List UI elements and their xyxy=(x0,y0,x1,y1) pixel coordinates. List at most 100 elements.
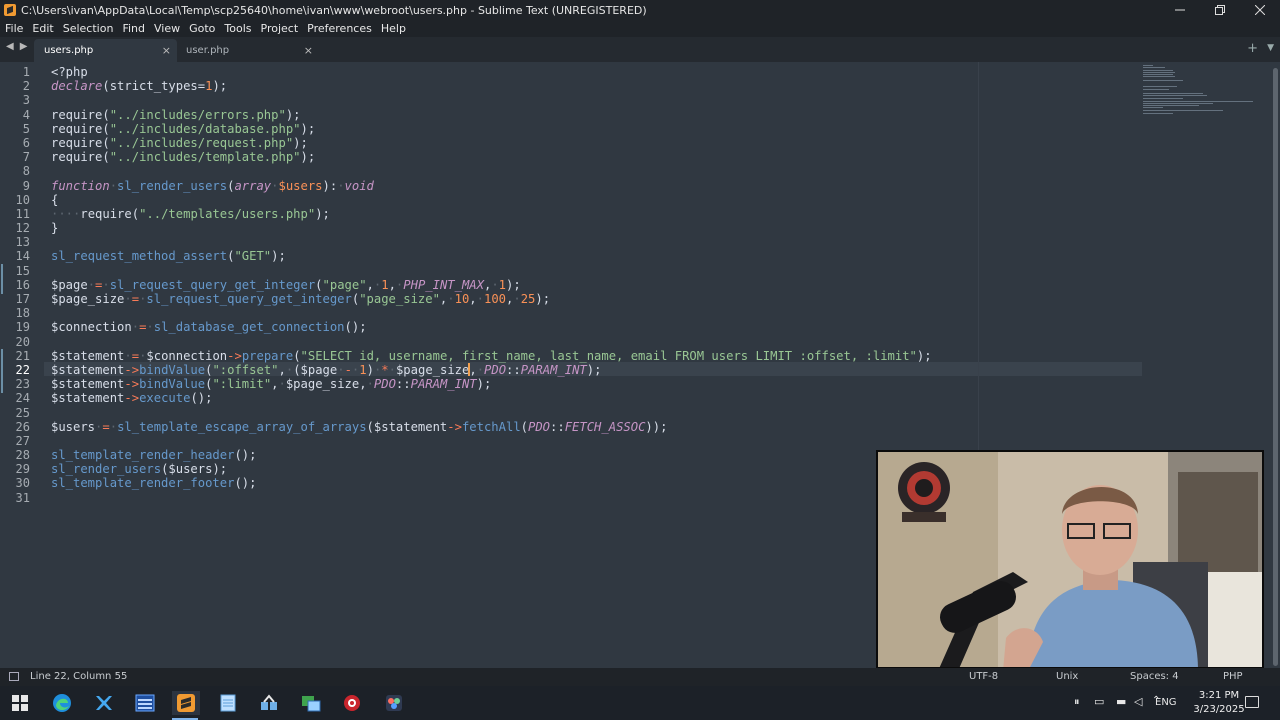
code-line-4: require("../includes/errors.php"); xyxy=(51,107,301,122)
line-number: 5 xyxy=(22,121,30,136)
line-number: 9 xyxy=(22,178,30,193)
menu-find[interactable]: Find xyxy=(118,22,149,35)
code-line-9: function·sl_render_users(array·$users):·… xyxy=(51,178,374,193)
code-line-2: declare(strict_types=1); xyxy=(51,79,228,94)
sublime-text-icon[interactable] xyxy=(172,691,200,715)
record-app-icon[interactable] xyxy=(338,691,366,715)
line-number: 10 xyxy=(15,192,30,207)
panel-toggle-icon[interactable] xyxy=(9,672,19,681)
code-line-30: sl_template_render_footer(); xyxy=(51,476,257,491)
network-tool-icon[interactable] xyxy=(255,691,283,715)
code-line-21: $statement·=·$connection->prepare("SELEC… xyxy=(51,348,932,363)
menu-edit[interactable]: Edit xyxy=(28,22,57,35)
menu-file[interactable]: File xyxy=(1,22,27,35)
menu-selection[interactable]: Selection xyxy=(59,22,118,35)
battery-icon[interactable]: ▭ xyxy=(1094,695,1104,708)
window-title: C:\Users\ivan\AppData\Local\Temp\scp2564… xyxy=(21,3,647,17)
windows-start-icon[interactable] xyxy=(6,691,34,715)
tab-close-icon[interactable]: × xyxy=(304,44,313,57)
menu-preferences[interactable]: Preferences xyxy=(303,22,376,35)
text-cursor xyxy=(468,363,470,376)
menu-help[interactable]: Help xyxy=(377,22,410,35)
menu-tools[interactable]: Tools xyxy=(220,22,255,35)
code-line-28: sl_template_render_header(); xyxy=(51,448,257,463)
menu-view[interactable]: View xyxy=(150,22,184,35)
volume-icon[interactable]: ◁ xyxy=(1134,695,1142,708)
notification-center-icon[interactable] xyxy=(1245,696,1259,708)
tab-list-chevron-icon[interactable]: ▼ xyxy=(1267,43,1274,53)
code-lines[interactable]: <?php declare(strict_types=1); require("… xyxy=(51,65,980,505)
code-line-5: require("../includes/database.php"); xyxy=(51,121,316,136)
menu-project[interactable]: Project xyxy=(257,22,303,35)
minimize-button[interactable] xyxy=(1160,0,1200,20)
line-number: 27 xyxy=(15,433,30,448)
line-number: 30 xyxy=(15,476,30,491)
code-line-19: $connection·=·sl_database_get_connection… xyxy=(51,320,367,335)
visual-studio-icon[interactable] xyxy=(90,691,118,715)
line-number: 23 xyxy=(15,377,30,392)
code-line-16: $page·=·sl_request_query_get_integer("pa… xyxy=(51,277,521,292)
tab-label: users.php xyxy=(44,45,94,56)
cursor-position[interactable]: Line 22, Column 55 xyxy=(30,671,127,682)
network-icon[interactable]: ▬ xyxy=(1116,695,1126,708)
tab-close-icon[interactable]: × xyxy=(162,44,171,57)
line-number: 11 xyxy=(15,206,30,221)
line-number: 17 xyxy=(15,292,30,306)
vertical-scrollbar[interactable] xyxy=(1270,68,1278,668)
scrollbar-thumb[interactable] xyxy=(1273,68,1278,666)
restore-button[interactable] xyxy=(1200,0,1240,20)
notepad-icon[interactable] xyxy=(214,691,242,715)
code-line-11: ····require("../templates/users.php"); xyxy=(51,206,330,221)
line-number: 26 xyxy=(15,419,30,434)
line-number: 31 xyxy=(15,490,30,505)
tab-user-php[interactable]: user.php × xyxy=(176,39,319,62)
close-window-button[interactable] xyxy=(1240,0,1280,20)
line-number: 14 xyxy=(15,249,30,264)
system-clock[interactable]: 3:21 PM 3/23/2025 xyxy=(1192,689,1246,717)
line-number: 3 xyxy=(22,93,30,108)
line-number: 19 xyxy=(15,320,30,335)
edge-browser-icon[interactable] xyxy=(48,691,76,715)
indentation-indicator[interactable]: Spaces: 4 xyxy=(1130,671,1179,682)
line-number: 16 xyxy=(15,277,30,292)
clock-date: 3/23/2025 xyxy=(1193,704,1245,715)
new-tab-plus-icon[interactable]: + xyxy=(1247,41,1258,56)
file-transfer-icon[interactable] xyxy=(297,691,325,715)
line-number: 6 xyxy=(22,135,30,150)
line-endings-indicator[interactable]: Unix xyxy=(1056,671,1078,682)
tab-next-arrow-icon[interactable]: ▶ xyxy=(20,41,28,52)
meet-now-icon[interactable]: ⏸ xyxy=(1074,695,1080,709)
minimize-icon xyxy=(1175,9,1185,11)
code-line-7: require("../includes/template.php"); xyxy=(51,150,316,165)
tab-prev-arrow-icon[interactable]: ◀ xyxy=(6,41,14,52)
code-line-12: } xyxy=(51,221,59,236)
tab-label: user.php xyxy=(186,45,230,56)
line-number: 24 xyxy=(15,391,30,406)
restore-icon xyxy=(1215,5,1225,15)
tab-users-php[interactable]: users.php × xyxy=(34,39,177,62)
input-language[interactable]: ENG xyxy=(1155,697,1177,708)
line-number-gutter: 1 2 3 4 5 6 7 8 9 10 11 12 13 14 15 16 17 18 19 20 21 22 23 24 2… xyxy=(0,65,40,505)
status-bar: Line 22, Column 55 UTF-8 Unix Spaces: 4 … xyxy=(0,668,1280,686)
clock-time: 3:21 PM xyxy=(1198,690,1240,701)
color-picker-icon[interactable] xyxy=(380,691,408,715)
code-line-14: sl_request_method_assert("GET"); xyxy=(51,249,286,264)
syntax-indicator[interactable]: PHP xyxy=(1223,671,1243,682)
app-window-icon[interactable] xyxy=(131,691,159,715)
line-number: 28 xyxy=(15,448,30,463)
code-line-17: $page_size·=·sl_request_query_get_intege… xyxy=(51,292,551,306)
encoding-indicator[interactable]: UTF-8 xyxy=(969,671,998,682)
menu-bar: File Edit Selection Find View Goto Tools… xyxy=(0,20,1280,37)
code-line-22: $statement->bindValue(":offset",·($page·… xyxy=(51,362,602,377)
line-number: 1 xyxy=(22,65,30,79)
line-number: 4 xyxy=(22,107,30,122)
sublime-app-icon xyxy=(4,4,16,16)
menu-goto[interactable]: Goto xyxy=(185,22,219,35)
code-line-1: <?php xyxy=(51,65,88,79)
line-number: 15 xyxy=(15,263,30,278)
